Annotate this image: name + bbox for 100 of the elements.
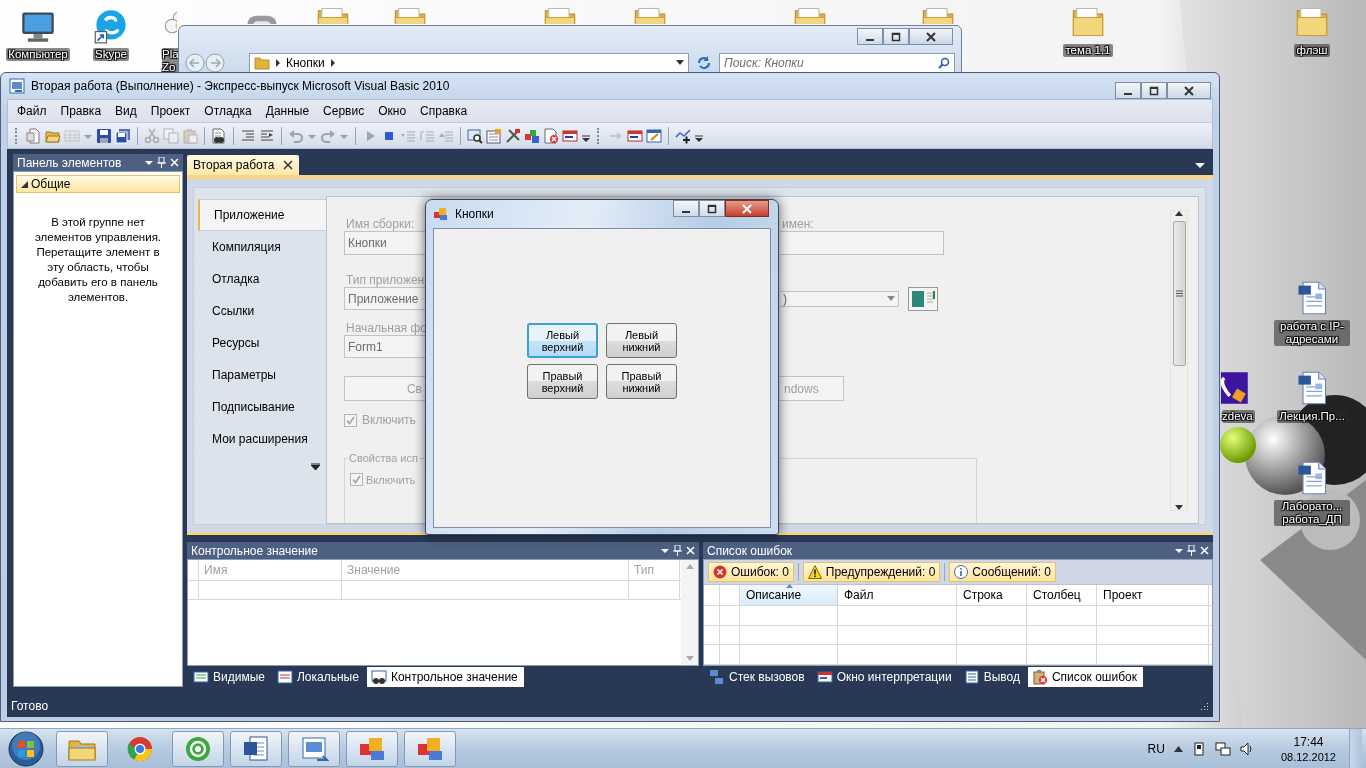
form-button[interactable]: Правый нижний (606, 364, 677, 399)
maximize-icon (1149, 85, 1159, 96)
column-header[interactable]: Описание (740, 585, 838, 606)
form-icon (433, 206, 449, 222)
search-icon[interactable] (938, 57, 950, 69)
tools-icon[interactable] (505, 127, 521, 144)
close-button[interactable] (909, 28, 953, 45)
taskbar-button[interactable] (172, 730, 224, 767)
breadcrumb-item[interactable]: Кнопки (286, 56, 325, 70)
minimize-button[interactable] (673, 200, 699, 217)
panel-tab[interactable]: Окно интерпретации (812, 667, 958, 687)
filter-button[interactable]: Предупреждений: 0 (802, 562, 941, 583)
panel-tab[interactable]: Видимые (189, 667, 271, 687)
form-button[interactable]: Левый верхний (527, 323, 598, 358)
column-header[interactable]: Проект (1097, 585, 1209, 606)
menu-item[interactable]: Сервис (316, 102, 372, 120)
column-header[interactable]: Столбец (1027, 585, 1097, 606)
close-button[interactable] (725, 200, 769, 217)
minimize-button[interactable] (857, 28, 883, 45)
dropdown-icon[interactable] (676, 60, 684, 66)
menu-item[interactable]: Файл (10, 102, 54, 120)
device-icon[interactable] (1191, 741, 1206, 756)
search-field[interactable]: Поиск: Кнопки (719, 53, 955, 73)
graph-add-icon[interactable] (675, 127, 691, 144)
panel-tab[interactable]: Локальные (272, 667, 365, 687)
icon-label: Skype (93, 48, 129, 61)
column-header[interactable]: Строка (957, 585, 1027, 606)
menu-item[interactable]: Вид (108, 102, 144, 120)
indent-icon[interactable] (240, 127, 256, 144)
field-label: Тип приложен (345, 273, 426, 287)
maximize-icon (707, 203, 717, 214)
pin-icon[interactable] (1187, 545, 1196, 556)
scroll-down-icon[interactable] (311, 463, 320, 471)
show-hidden-icon[interactable] (1173, 745, 1183, 752)
expanded-icon[interactable] (21, 180, 28, 188)
taskbar-button[interactable] (404, 730, 456, 767)
form-button[interactable]: Правый верхний (527, 364, 598, 399)
save-icon[interactable] (96, 127, 112, 144)
taskbar-button[interactable] (230, 730, 282, 767)
menu-item[interactable]: Справка (413, 102, 475, 120)
folder-icon (254, 56, 270, 70)
filter-button[interactable]: Сообщений: 0 (949, 562, 1056, 583)
warning-icon (807, 565, 822, 580)
menu-item[interactable]: Данные (258, 102, 317, 120)
document-tab[interactable]: Вторая работа (187, 155, 299, 175)
filter-button[interactable]: Ошибок: 0 (708, 562, 794, 583)
window-edit-icon[interactable] (646, 127, 662, 144)
chevron-icon[interactable] (329, 59, 336, 67)
address-bar[interactable]: Кнопки (249, 53, 689, 73)
taskbar-button[interactable] (346, 730, 398, 767)
resize-grip-icon[interactable] (1199, 701, 1209, 711)
network-icon[interactable] (1214, 741, 1231, 756)
grip-icon (1175, 290, 1183, 297)
menu-item[interactable]: Отладка (197, 102, 259, 120)
refresh-icon[interactable] (695, 54, 713, 72)
maximize-button[interactable] (699, 200, 725, 217)
sort-arrow-icon (786, 584, 793, 589)
icon-label: работа с IP-адресами (1274, 320, 1350, 346)
pin-icon[interactable] (157, 157, 166, 168)
close-button[interactable] (1167, 82, 1211, 99)
panel-tab[interactable]: Список ошибок (1027, 667, 1143, 687)
window-icon[interactable] (627, 127, 643, 144)
toolbox-icon[interactable] (524, 127, 540, 144)
dropdown-icon[interactable] (1195, 163, 1205, 169)
app-icon (9, 78, 25, 94)
menu-item[interactable]: Окно (371, 102, 414, 120)
panel-tab[interactable]: Контрольное значение (366, 667, 524, 687)
form-button[interactable]: Левый нижний (606, 323, 677, 358)
error-document-icon[interactable] (543, 127, 559, 144)
maximize-button[interactable] (883, 28, 909, 45)
dropdown-icon[interactable] (661, 546, 669, 555)
maximize-button[interactable] (1141, 82, 1167, 99)
find-icon[interactable] (467, 127, 483, 144)
panel-tab[interactable]: Вывод (959, 667, 1026, 687)
group-header[interactable]: Общие (16, 175, 180, 193)
window-icon[interactable] (562, 127, 578, 144)
chat-app-icon[interactable] (93, 8, 129, 44)
taskbar-button[interactable] (288, 730, 340, 767)
panel-tab[interactable]: Стек вызовов (705, 667, 811, 687)
menu-item[interactable]: Проект (143, 102, 198, 120)
close-icon[interactable] (282, 160, 293, 170)
error-list-icon (1031, 669, 1048, 685)
outdent-icon[interactable] (259, 127, 275, 144)
chevron-icon[interactable] (275, 59, 281, 67)
volume-icon[interactable] (1239, 741, 1254, 756)
minimize-button[interactable] (1115, 82, 1141, 99)
document-search-icon[interactable] (211, 127, 227, 144)
column-header[interactable]: Файл (838, 585, 957, 606)
menu-item[interactable]: Правка (53, 102, 109, 120)
dropdown-icon[interactable] (145, 158, 153, 167)
close-icon (1183, 85, 1195, 96)
checkbox-label: Включить (362, 413, 416, 427)
pin-icon[interactable] (673, 545, 682, 556)
group-title: Свойства исп (348, 452, 419, 464)
language-indicator[interactable]: RU (1147, 741, 1165, 756)
dropdown-icon[interactable] (1175, 546, 1183, 555)
paperclip-app-icon[interactable] (1221, 370, 1250, 406)
window-title: Вторая работа (Выполнение) - Экспресс-выпуск Microsoft Visual Basic 2010 (31, 79, 451, 93)
save-all-icon[interactable] (115, 127, 131, 144)
clock[interactable]: 17:44 08.12.2012 (1276, 733, 1340, 764)
